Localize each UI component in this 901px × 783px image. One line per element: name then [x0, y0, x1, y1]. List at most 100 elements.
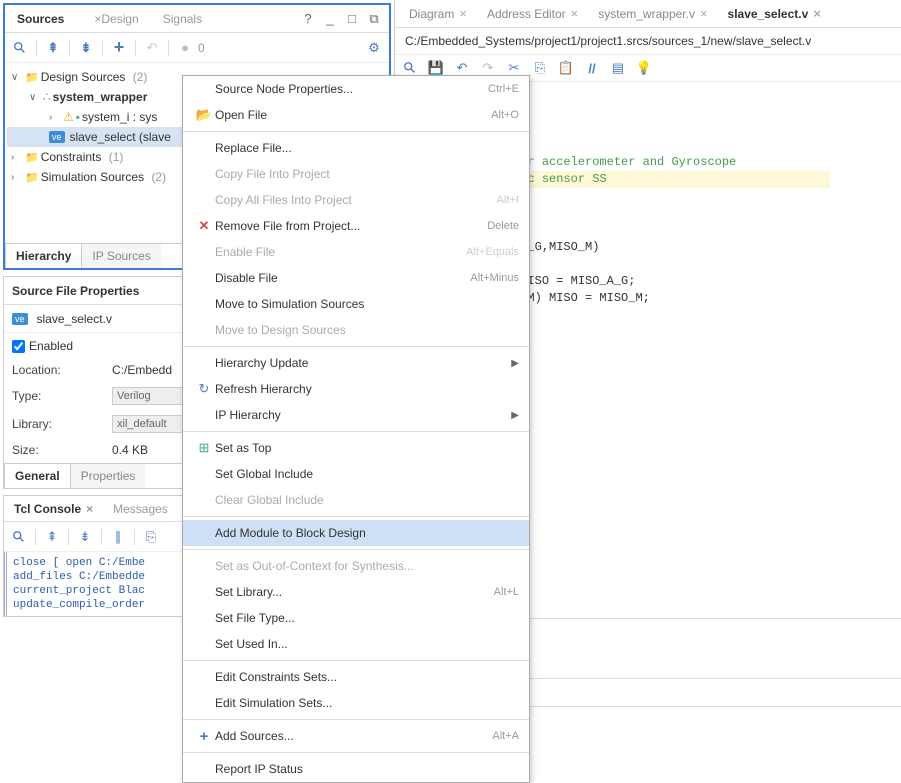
context-menu: Source Node Properties...Ctrl+E📂Open Fil…	[182, 75, 530, 783]
menu-label: Replace File...	[215, 141, 519, 155]
menu-label: Add Module to Block Design	[215, 526, 519, 540]
tcl-search-icon[interactable]	[10, 528, 28, 546]
menu-item-set-as-top[interactable]: ⊞Set as Top	[183, 435, 529, 461]
properties-file-name: slave_select.v	[37, 312, 112, 326]
menu-item-open-file[interactable]: 📂Open FileAlt+O	[183, 102, 529, 128]
menu-item-report-ip-status[interactable]: Report IP Status	[183, 756, 529, 782]
menu-shortcut: Delete	[487, 220, 519, 232]
sources-tabs-header: Sources ×Design Signals ? _ □ ⧉	[5, 5, 389, 33]
menu-item-set-global-include[interactable]: Set Global Include	[183, 461, 529, 487]
tab-general[interactable]: General	[4, 463, 71, 488]
tab-slave-select[interactable]: slave_select.v×	[718, 1, 831, 26]
type-label: Type:	[12, 389, 112, 403]
menu-separator	[183, 719, 529, 720]
tab-properties[interactable]: Properties	[71, 463, 146, 488]
menu-item-set-file-type[interactable]: Set File Type...	[183, 605, 529, 631]
add-icon: +	[193, 728, 215, 745]
add-icon[interactable]: +	[110, 39, 128, 57]
collapse-icon[interactable]: ⇞	[44, 39, 62, 57]
menu-label: Set as Top	[215, 441, 519, 455]
menu-item-replace-file[interactable]: Replace File...	[183, 135, 529, 161]
location-label: Location:	[12, 363, 112, 377]
editor-tabs: Diagram× Address Editor× system_wrapper.…	[395, 0, 901, 28]
menu-label: Move to Simulation Sources	[215, 297, 519, 311]
menu-label: Copy File Into Project	[215, 167, 519, 181]
size-label: Size:	[12, 443, 112, 457]
ve-badge-icon: ve	[12, 313, 28, 325]
enabled-label: Enabled	[29, 339, 73, 353]
tcl-pause-icon[interactable]: ∥	[109, 528, 127, 546]
menu-item-set-as-out-of-context-for-synthesis: Set as Out-of-Context for Synthesis...	[183, 553, 529, 579]
menu-shortcut: Alt+L	[494, 586, 519, 598]
maximize-icon[interactable]: □	[343, 10, 361, 28]
submenu-arrow-icon: ▶	[511, 358, 519, 369]
menu-label: Clear Global Include	[215, 493, 519, 507]
menu-separator	[183, 660, 529, 661]
menu-shortcut: Alt+Minus	[470, 272, 519, 284]
menu-label: Remove File from Project...	[215, 219, 487, 233]
menu-label: Move to Design Sources	[215, 323, 519, 337]
tab-tcl-console[interactable]: Tcl Console×	[4, 497, 103, 521]
menu-label: Add Sources...	[215, 729, 492, 743]
tab-ip-sources[interactable]: IP Sources	[82, 243, 160, 268]
menu-item-refresh-hierarchy[interactable]: ↻Refresh Hierarchy	[183, 376, 529, 402]
tab-diagram[interactable]: Diagram×	[399, 1, 477, 26]
menu-item-edit-simulation-sets[interactable]: Edit Simulation Sets...	[183, 690, 529, 716]
settop-icon: ⊞	[193, 440, 215, 456]
paste-icon[interactable]: 📋	[557, 59, 575, 77]
menu-item-set-used-in[interactable]: Set Used In...	[183, 631, 529, 657]
menu-item-remove-file-from-project[interactable]: ✕Remove File from Project...Delete	[183, 213, 529, 239]
menu-shortcut: Alt+A	[492, 730, 519, 742]
tab-messages[interactable]: Messages	[103, 497, 178, 521]
menu-item-set-library[interactable]: Set Library...Alt+L	[183, 579, 529, 605]
menu-item-disable-file[interactable]: Disable FileAlt+Minus	[183, 265, 529, 291]
tab-system-wrapper[interactable]: system_wrapper.v×	[588, 1, 717, 26]
menu-item-hierarchy-update[interactable]: Hierarchy Update▶	[183, 350, 529, 376]
enabled-checkbox[interactable]	[12, 340, 25, 353]
menu-separator	[183, 346, 529, 347]
menu-label: Set as Out-of-Context for Synthesis...	[215, 559, 519, 573]
menu-shortcut: Ctrl+E	[488, 83, 519, 95]
editor-file-path: C:/Embedded_Systems/project1/project1.sr…	[395, 28, 901, 54]
menu-item-clear-global-include: Clear Global Include	[183, 487, 529, 513]
remove-icon: ✕	[193, 218, 215, 234]
menu-label: Set Global Include	[215, 467, 519, 481]
menu-label: Report IP Status	[215, 762, 519, 776]
menu-item-edit-constraints-sets[interactable]: Edit Constraints Sets...	[183, 664, 529, 690]
menu-item-copy-all-files-into-project: Copy All Files Into ProjectAlt+I	[183, 187, 529, 213]
columns-icon[interactable]: ▤	[609, 59, 627, 77]
menu-label: IP Hierarchy	[215, 408, 511, 422]
expand-icon[interactable]: ⇟	[77, 39, 95, 57]
status-count: 0	[198, 41, 205, 55]
tab-address-editor[interactable]: Address Editor×	[477, 1, 588, 26]
tcl-collapse-icon[interactable]: ⇞	[43, 528, 61, 546]
menu-label: Copy All Files Into Project	[215, 193, 497, 207]
gear-icon[interactable]: ⚙	[365, 39, 383, 57]
menu-item-add-module-to-block-design[interactable]: Add Module to Block Design	[183, 520, 529, 546]
copy-icon[interactable]: ⎘	[531, 59, 549, 77]
restore-icon[interactable]: ⧉	[365, 10, 383, 28]
menu-label: Source Node Properties...	[215, 82, 488, 96]
search-icon[interactable]	[11, 39, 29, 57]
menu-separator	[183, 549, 529, 550]
menu-item-ip-hierarchy[interactable]: IP Hierarchy▶	[183, 402, 529, 428]
menu-shortcut: Alt+O	[491, 109, 519, 121]
menu-item-source-node-properties[interactable]: Source Node Properties...Ctrl+E	[183, 76, 529, 102]
comment-icon[interactable]: //	[583, 59, 601, 77]
menu-item-move-to-simulation-sources[interactable]: Move to Simulation Sources	[183, 291, 529, 317]
tcl-copy-icon[interactable]: ⎘	[142, 528, 160, 546]
tab-sources[interactable]: Sources	[5, 7, 76, 31]
menu-separator	[183, 131, 529, 132]
minimize-icon[interactable]: _	[321, 10, 339, 28]
menu-label: Set Used In...	[215, 637, 519, 651]
lightbulb-icon[interactable]: 💡	[635, 59, 653, 77]
tab-design[interactable]: ×Design	[76, 7, 150, 31]
menu-label: Enable File	[215, 245, 466, 259]
menu-item-add-sources[interactable]: +Add Sources...Alt+A	[183, 723, 529, 749]
undo-icon[interactable]: ↶	[143, 39, 161, 57]
tcl-expand-icon[interactable]: ⇟	[76, 528, 94, 546]
help-icon[interactable]: ?	[299, 10, 317, 28]
tab-signals[interactable]: Signals	[151, 7, 214, 31]
library-label: Library:	[12, 417, 112, 431]
tab-hierarchy[interactable]: Hierarchy	[5, 243, 82, 268]
